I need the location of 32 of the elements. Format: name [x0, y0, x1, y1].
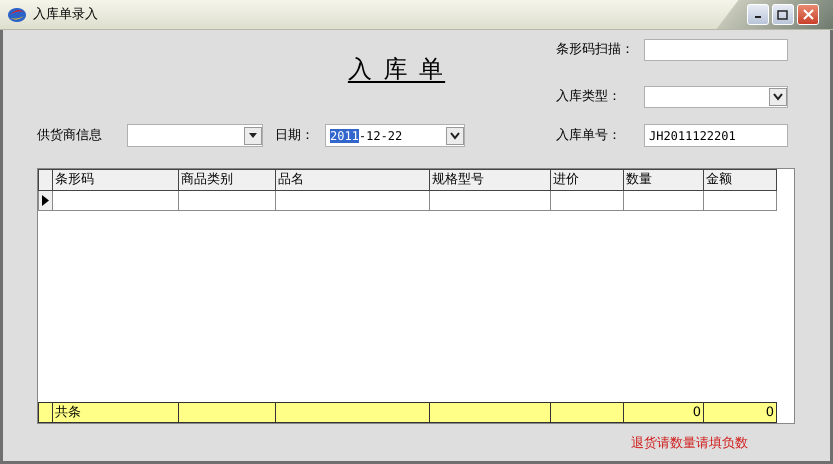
- chevron-down-icon: [450, 132, 460, 140]
- field-label: 入库单号：: [556, 126, 622, 145]
- column-header[interactable]: 品名: [276, 170, 430, 190]
- total-value: 0: [692, 404, 701, 420]
- caret-down-icon: [249, 133, 257, 138]
- form-title: 入 库 单: [346, 54, 446, 85]
- type-dropdown[interactable]: [644, 86, 788, 108]
- field-label: 供货商信息: [37, 126, 103, 145]
- chevron-down-icon: [773, 93, 783, 101]
- maximize-button[interactable]: [772, 4, 794, 25]
- column-header[interactable]: 条形码: [52, 170, 178, 190]
- field-label: 条形码扫描：: [556, 41, 635, 60]
- total-label: 共条: [55, 404, 81, 420]
- column-header[interactable]: 金额: [704, 170, 776, 190]
- supplier-dropdown[interactable]: [127, 124, 263, 147]
- column-header[interactable]: 商品类别: [178, 170, 276, 190]
- total-value: 0: [766, 404, 774, 420]
- app-logo-icon: [6, 6, 26, 24]
- column-header[interactable]: 规格型号: [430, 170, 550, 190]
- column-header[interactable]: 数量: [624, 170, 704, 190]
- window-title: 入库单录入: [33, 6, 98, 24]
- hint-text: 退货请数量请填负数: [631, 435, 749, 453]
- barcode-input-field[interactable]: [644, 39, 788, 61]
- close-button[interactable]: [797, 4, 819, 25]
- order-number-field[interactable]: JH2011122201: [644, 124, 788, 147]
- maximize-icon: [777, 10, 788, 20]
- minimize-button[interactable]: [746, 4, 768, 25]
- field-label: 入库类型：: [556, 88, 622, 106]
- field-label: 日期：: [275, 126, 315, 145]
- date-picker[interactable]: 2011-12-22: [325, 124, 465, 147]
- column-header[interactable]: 进价: [550, 170, 624, 190]
- close-icon: [802, 9, 814, 20]
